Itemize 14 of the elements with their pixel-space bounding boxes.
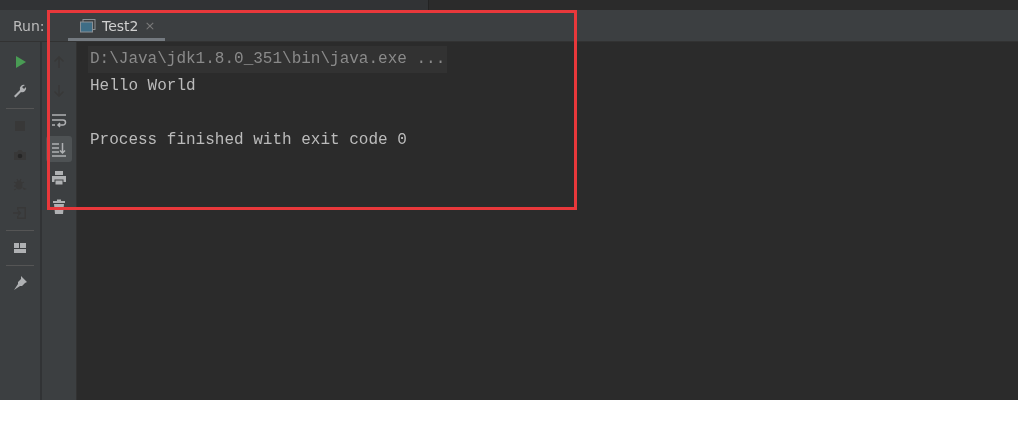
output-line: Process finished with exit code 0 — [89, 130, 408, 151]
output-line: Hello World — [89, 76, 197, 97]
run-label: Run: — [12, 16, 46, 36]
camera-icon — [12, 147, 28, 163]
up-arrow-icon — [51, 54, 67, 70]
console-icon — [80, 18, 96, 33]
soft-wrap-icon — [51, 112, 67, 128]
toolbar-button[interactable] — [46, 136, 72, 162]
pin-icon — [12, 275, 28, 291]
trash-icon — [51, 199, 67, 215]
wrench-icon — [12, 83, 28, 99]
layout-icon — [12, 240, 28, 256]
print-icon — [51, 170, 67, 186]
scroll-to-end-icon — [51, 141, 67, 157]
